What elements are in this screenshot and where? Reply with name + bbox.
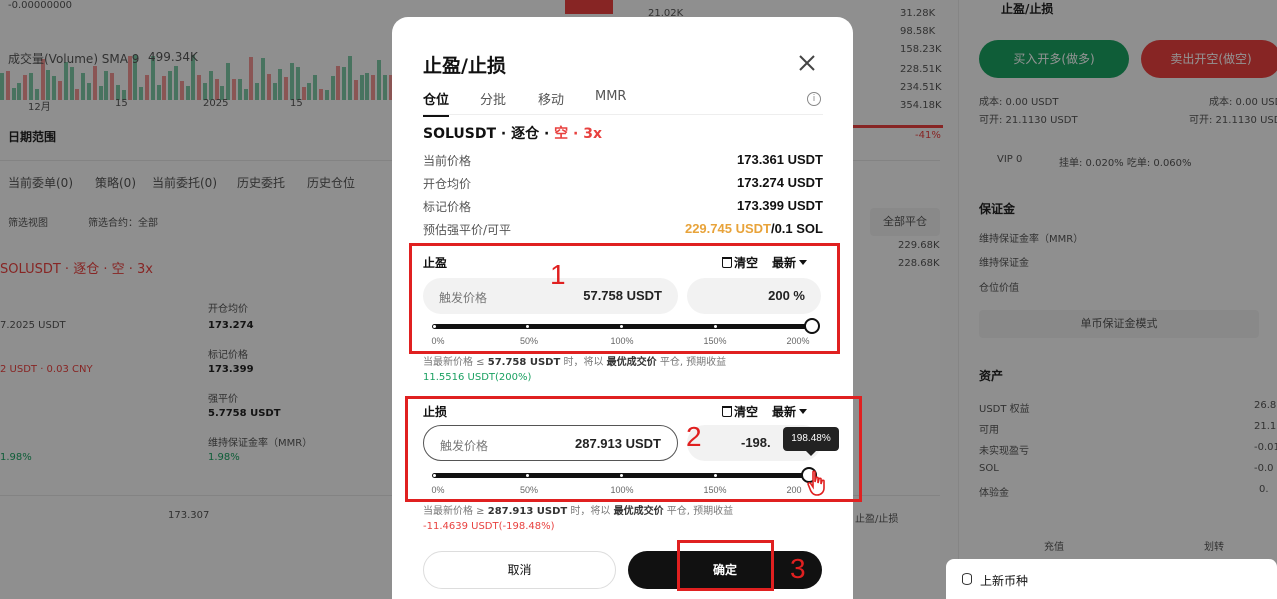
info-icon[interactable]: i bbox=[807, 92, 821, 106]
hint-text: 当最新价格 ≥ bbox=[423, 506, 485, 517]
info-row-mark-price: 标记价格 173.399 USDT bbox=[423, 198, 823, 218]
sl-expected-loss: -11.4639 USDT(-198.48%) bbox=[423, 521, 555, 532]
annotation-number: 1 bbox=[550, 259, 566, 290]
sl-hint: 当最新价格 ≥ 287.913 USDT 时，将以 最优成交价 平仓, 预期收益… bbox=[423, 504, 833, 534]
tp-expected-profit: 11.5516 USDT(200%) bbox=[423, 372, 532, 383]
hint-mode: 最优成交价 bbox=[606, 357, 657, 368]
contract-side: 空 · 3x bbox=[554, 126, 603, 142]
hint-text: 平仓, 预期收益 bbox=[659, 357, 727, 368]
info-value: 229.745 USDT/0.1 SOL bbox=[685, 221, 823, 236]
hint-text: 平仓, 预期收益 bbox=[666, 506, 734, 517]
info-value: 173.361 USDT bbox=[737, 152, 823, 167]
hint-text: 当最新价格 ≤ bbox=[423, 357, 485, 368]
annotation-number: 3 bbox=[790, 553, 806, 584]
hint-price: 57.758 USDT bbox=[487, 357, 561, 368]
info-label: 预估强平价/可平 bbox=[423, 223, 512, 237]
hint-text: 时，将以 bbox=[563, 357, 604, 368]
hint-price: 287.913 USDT bbox=[487, 506, 568, 517]
tab-mmr[interactable]: MMR bbox=[595, 89, 626, 104]
contract-name: SOLUSDT · 逐仓 · bbox=[423, 126, 555, 142]
liq-qty: /0.1 SOL bbox=[770, 221, 823, 236]
tab-trailing[interactable]: 移动 bbox=[538, 89, 564, 108]
new-coins-label: 上新币种 bbox=[980, 574, 1029, 588]
annotation-box-confirm bbox=[677, 540, 774, 591]
dialog-tabs: 仓位 分批 移动 MMR bbox=[423, 89, 823, 117]
info-row-current-price: 当前价格 173.361 USDT bbox=[423, 152, 823, 172]
contract-summary: SOLUSDT · 逐仓 · 空 · 3x bbox=[423, 123, 602, 143]
hint-mode: 最优成交价 bbox=[613, 506, 664, 517]
annotation-box-stop-loss bbox=[405, 396, 862, 502]
info-label: 标记价格 bbox=[423, 200, 472, 214]
annotation-number: 2 bbox=[686, 421, 702, 452]
dialog-title: 止盈/止损 bbox=[423, 55, 506, 77]
annotation-box-take-profit bbox=[409, 243, 840, 354]
cancel-button[interactable]: 取消 bbox=[423, 551, 616, 589]
tab-position[interactable]: 仓位 bbox=[423, 89, 450, 117]
tp-hint: 当最新价格 ≤ 57.758 USDT 时，将以 最优成交价 平仓, 预期收益 … bbox=[423, 355, 833, 385]
info-label: 开仓均价 bbox=[423, 177, 472, 191]
hint-text: 时，将以 bbox=[570, 506, 611, 517]
database-icon bbox=[962, 573, 972, 585]
new-coins-card[interactable]: 上新币种 bbox=[946, 559, 1277, 599]
info-row-liq-price: 预估强平价/可平 229.745 USDT/0.1 SOL bbox=[423, 221, 823, 241]
close-icon[interactable] bbox=[796, 52, 818, 74]
info-label: 当前价格 bbox=[423, 154, 472, 168]
info-value: 173.399 USDT bbox=[737, 198, 823, 213]
liq-price: 229.745 USDT bbox=[684, 221, 771, 236]
hand-cursor-icon bbox=[807, 470, 825, 496]
info-row-entry-price: 开仓均价 173.274 USDT bbox=[423, 175, 823, 195]
info-value: 173.274 USDT bbox=[737, 175, 823, 190]
tab-batch[interactable]: 分批 bbox=[480, 89, 506, 108]
